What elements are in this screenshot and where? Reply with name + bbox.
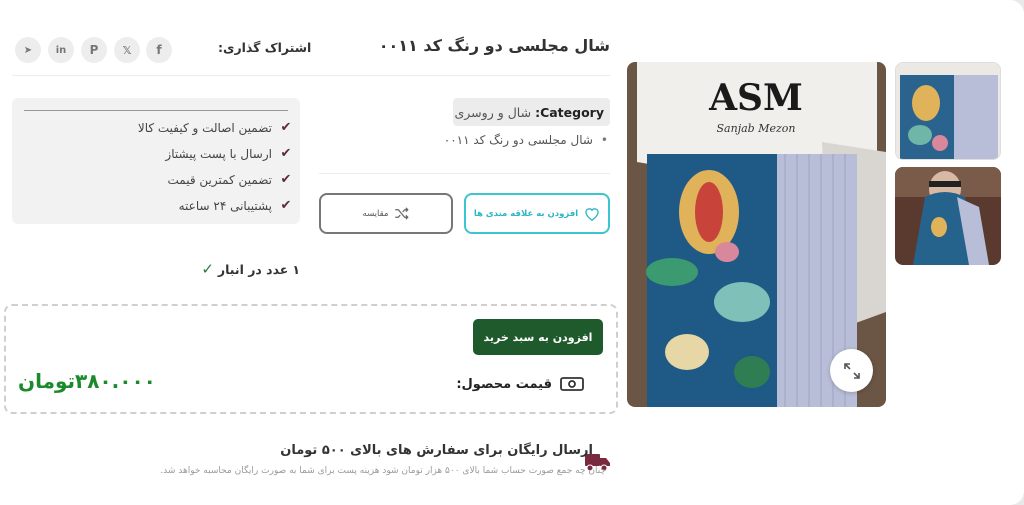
- category-key: Category:: [535, 104, 604, 120]
- check-icon: ✔: [280, 172, 292, 187]
- add-to-cart-button[interactable]: افزودن به سبد خرید: [473, 319, 603, 355]
- facebook-icon[interactable]: f: [146, 37, 172, 63]
- linkedin-icon[interactable]: in: [48, 37, 74, 63]
- stock-status: ۱ عدد در انبار ✓: [201, 260, 300, 278]
- stock-label: عدد در انبار: [217, 261, 289, 277]
- check-icon: ✔: [280, 120, 292, 135]
- brand-logo: ASM: [708, 77, 803, 119]
- pinterest-icon[interactable]: P: [81, 37, 107, 63]
- check-icon: ✔: [280, 146, 292, 161]
- guarantee-item: ✔ تضمین اصالت و کیفیت کالا: [137, 120, 292, 135]
- compare-label: مقایسه: [362, 208, 389, 219]
- shuffle-icon: [395, 207, 410, 220]
- telegram-icon[interactable]: ➤: [15, 37, 41, 63]
- stock-count: ۱: [292, 261, 300, 277]
- product-feature-item: شال مجلسی دو رنگ کد ۰۰۱۱: [444, 133, 608, 147]
- share-label: اشتراک گذاری:: [218, 40, 312, 55]
- shipping-title: ارسال رایگان برای سفارش های بالای ۵۰۰ تو…: [280, 443, 593, 458]
- product-title: شال مجلسی دو رنگ کد ۰۰۱۱: [378, 36, 610, 55]
- guarantees-rule: [24, 110, 288, 111]
- price-value: ۳۸۰.۰۰۰تومان: [18, 369, 156, 393]
- section-divider: [319, 173, 610, 174]
- shipping-subtitle: چنان چه جمع صورت حساب شما بالای ۵۰۰ هزار…: [160, 466, 606, 476]
- price-label: قیمت محصول:: [456, 376, 552, 392]
- check-icon: ✓: [201, 260, 214, 278]
- thumbnail-2[interactable]: [895, 167, 1001, 265]
- add-to-wishlist-button[interactable]: افزودن به علاقه مندی ها: [464, 193, 610, 234]
- brand-name: Sanjab Mezon: [717, 122, 796, 135]
- guarantee-item: ✔ ارسال با پست پیشتاز: [165, 146, 292, 161]
- guarantee-item: ✔ تضمین کمترین قیمت: [167, 172, 292, 187]
- category-link[interactable]: شال و روسری: [455, 105, 532, 120]
- guarantee-item: ✔ پشتیبانی ۲۴ ساعته: [178, 198, 292, 213]
- check-icon: ✔: [280, 198, 292, 213]
- heart-icon: [585, 208, 599, 221]
- price-label-row: قیمت محصول:: [456, 376, 584, 392]
- header-divider: [12, 75, 610, 76]
- category-chip: Category: شال و روسری: [453, 98, 610, 126]
- cash-icon: [560, 377, 584, 391]
- expand-icon: [843, 362, 860, 379]
- wishlist-label: افزودن به علاقه مندی ها: [473, 208, 579, 219]
- thumbnail-1[interactable]: [895, 62, 1001, 160]
- guarantees-box: ✔ تضمین اصالت و کیفیت کالا ✔ ارسال با پست …: [12, 98, 300, 224]
- compare-button[interactable]: مقایسه: [319, 193, 453, 234]
- zoom-button[interactable]: [830, 349, 873, 392]
- product-page: شال مجلسی دو رنگ کد ۰۰۱۱ اشتراک گذاری: f…: [0, 0, 1024, 505]
- x-twitter-icon[interactable]: 𝕏: [114, 37, 140, 63]
